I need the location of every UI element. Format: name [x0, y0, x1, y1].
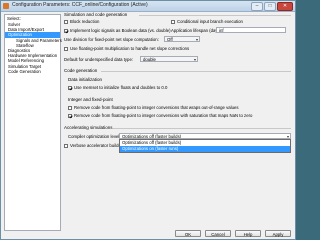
- section-divider: [139, 15, 291, 16]
- verbose-label: Verbose accelerator builds: [70, 143, 121, 148]
- block-reduction-label: Block reduction: [70, 19, 100, 24]
- configuration-dialog: Configuration Parameters: CCF_online/Con…: [0, 0, 296, 240]
- use-division-label: Use division for fixed-point net slope c…: [64, 37, 159, 42]
- app-lifespan-row: Application lifespan (days): [171, 28, 221, 33]
- default-underspecified-select[interactable]: double ▾: [140, 56, 198, 62]
- verbose-option[interactable]: Verbose accelerator builds: [64, 143, 121, 148]
- remove-wrap-label: Remove code from floating-point to integ…: [74, 105, 239, 110]
- ok-button[interactable]: OK: [175, 230, 201, 237]
- data-init-title: Data initialization: [68, 77, 103, 82]
- default-underspecified-label: Default for underspecified data type:: [64, 57, 134, 62]
- chevron-down-icon: ▾: [195, 37, 198, 42]
- section-divider: [101, 71, 291, 72]
- remove-sat-option[interactable]: Remove code from floating-point to integ…: [68, 113, 252, 118]
- use-division-row: Use division for fixed-point net slope c…: [64, 37, 159, 42]
- block-reduction-checkbox[interactable]: [64, 19, 68, 24]
- implement-logic-option[interactable]: Implement logic signals as Boolean data …: [64, 28, 171, 33]
- select-label: Select:: [7, 16, 21, 21]
- accel-section-title: Accelerating simulations: [64, 125, 113, 130]
- compiler-opt-label: Compiler optimization level:: [68, 134, 121, 139]
- integer-fixed-title: Integer and fixed-point: [68, 97, 113, 102]
- simulink-app-icon: [3, 3, 9, 9]
- compiler-opt-dropdown-list: Optimizations off (faster builds) Optimi…: [119, 139, 291, 153]
- use-division-value: Off: [167, 37, 173, 42]
- verbose-checkbox[interactable]: [64, 143, 68, 148]
- block-reduction-option[interactable]: Block reduction: [64, 19, 99, 24]
- codegen-section-title: Code generation: [64, 68, 98, 73]
- section-divider: [113, 128, 291, 129]
- dropdown-option-optimizations-on[interactable]: Optimizations on (faster runs): [120, 146, 290, 152]
- conditional-branch-option[interactable]: Conditional input branch execution: [171, 19, 243, 24]
- floating-point-mult-option[interactable]: Use floating-point multiplication to han…: [64, 46, 189, 51]
- compiler-opt-row: Compiler optimization level:: [68, 134, 121, 139]
- conditional-branch-checkbox[interactable]: [171, 19, 175, 24]
- implement-logic-checkbox[interactable]: [64, 28, 68, 33]
- app-lifespan-input[interactable]: inf: [216, 27, 286, 33]
- help-button[interactable]: Help: [235, 230, 261, 237]
- close-button[interactable]: ✕: [277, 2, 293, 11]
- default-underspecified-value: double: [143, 57, 156, 62]
- maximize-button[interactable]: □: [264, 2, 276, 11]
- remove-sat-checkbox[interactable]: [68, 113, 72, 118]
- conditional-branch-label: Conditional input branch execution: [177, 19, 243, 24]
- remove-wrap-checkbox[interactable]: [68, 105, 72, 110]
- apply-button[interactable]: Apply: [265, 230, 291, 237]
- default-underspecified-row: Default for underspecified data type:: [64, 57, 133, 62]
- title-bar[interactable]: Configuration Parameters: CCF_online/Con…: [1, 1, 295, 12]
- optimization-pane: Simulation and code generation Block red…: [61, 12, 295, 227]
- use-division-select[interactable]: Off ▾: [164, 36, 200, 42]
- floating-point-mult-checkbox[interactable]: [64, 46, 68, 51]
- tree-item-code-generation[interactable]: Code Generation: [5, 69, 60, 74]
- app-lifespan-label: Application lifespan (days): [171, 28, 222, 33]
- category-tree: Solver Data Import/Export Optimization S…: [5, 22, 62, 74]
- sim-code-section-title: Simulation and code generation: [64, 12, 128, 17]
- remove-wrap-option[interactable]: Remove code from floating-point to integ…: [68, 105, 239, 110]
- remove-init-checkbox[interactable]: [68, 85, 72, 90]
- window-title: Configuration Parameters: CCF_online/Con…: [12, 2, 148, 8]
- implement-logic-label: Implement logic signals as Boolean data …: [70, 28, 171, 33]
- cancel-button[interactable]: Cancel: [205, 230, 231, 237]
- floating-point-mult-label: Use floating-point multiplication to han…: [70, 46, 190, 51]
- remove-sat-label: Remove code from floating-point to integ…: [74, 113, 253, 118]
- dialog-button-bar: OK Cancel Help Apply: [1, 229, 295, 239]
- category-tree-panel: Select: Solver Data Import/Export Optimi…: [4, 14, 62, 231]
- chevron-down-icon: ▾: [193, 57, 196, 62]
- remove-init-option[interactable]: Use memset to initialize floats and doub…: [68, 85, 167, 90]
- remove-init-label: Use memset to initialize floats and doub…: [74, 85, 168, 90]
- minimize-button[interactable]: –: [251, 2, 263, 11]
